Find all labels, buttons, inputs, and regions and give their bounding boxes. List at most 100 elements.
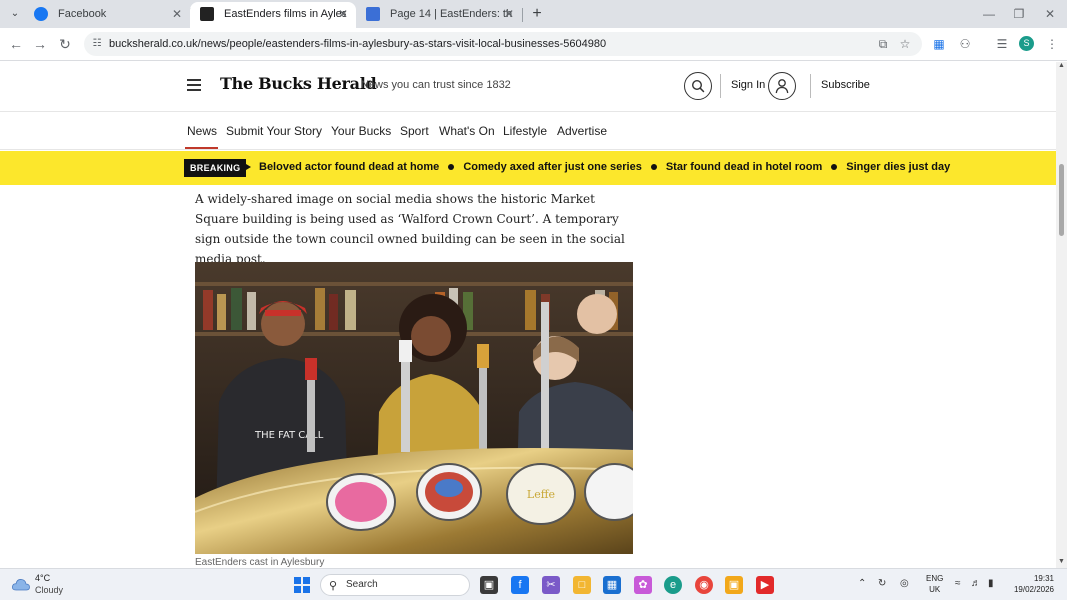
breaking-label: BREAKING	[184, 159, 247, 177]
site-tagline: News you can trust since 1832	[361, 79, 511, 91]
scroll-thumb[interactable]	[1059, 164, 1064, 236]
close-icon[interactable]: ✕	[338, 2, 348, 26]
edge-browser-icon[interactable]: e	[664, 576, 682, 594]
back-arrow-icon[interactable]: ←	[6, 34, 26, 54]
translate-icon[interactable]: ▦	[930, 35, 948, 53]
page-scrollbar[interactable]: ▲ ▼	[1056, 62, 1067, 568]
page-viewport: The Bucks Herald News you can trust sinc…	[0, 62, 1056, 568]
nav-item-whats-on[interactable]: What's On	[439, 124, 495, 138]
header-divider	[720, 74, 721, 98]
bookmark-star-icon[interactable]: ☆	[896, 35, 914, 53]
close-icon[interactable]: ✕	[172, 2, 182, 26]
close-icon[interactable]: ✕	[504, 2, 514, 26]
scroll-down-arrow-icon[interactable]: ▼	[1058, 558, 1065, 566]
article-paragraph: A widely-shared image on social media sh…	[195, 192, 625, 266]
bucks-herald-favicon-icon	[200, 7, 214, 21]
tab-eastenders-bucks-herald[interactable]: EastEnders films in Aylesbury as ✕	[190, 2, 356, 28]
nav-item-news[interactable]: News	[187, 124, 217, 138]
keyboard-region: UK	[929, 585, 941, 594]
new-tab-button[interactable]: +	[527, 4, 547, 24]
windows-taskbar: 4°C Cloudy ⚲ Search ▣ f ✂ □ ▦ ✿ e ◉ ▣ ▶ …	[0, 568, 1067, 600]
chrome-browser-icon[interactable]: ◉	[695, 576, 713, 594]
wifi-icon[interactable]: ≈	[955, 578, 961, 589]
tap-badge-label: Leffe	[527, 488, 555, 501]
tab-facebook[interactable]: Facebook ✕	[24, 2, 190, 28]
nav-item-lifestyle[interactable]: Lifestyle	[503, 124, 547, 138]
breaking-headline[interactable]: Comedy axed after just one series	[463, 161, 642, 173]
clock-time: 19:31	[1033, 574, 1054, 583]
breaking-news-bar: BREAKING Beloved actor found dead at hom…	[0, 151, 1056, 185]
volume-icon[interactable]: ♬	[971, 578, 981, 589]
article-photo[interactable]: THE FAT CALL Leffe	[195, 262, 633, 554]
youtube-icon[interactable]: ▶	[756, 576, 774, 594]
site-header: The Bucks Herald News you can trust sinc…	[0, 62, 1056, 112]
sign-in-link[interactable]: Sign In	[731, 79, 765, 91]
language-code: ENG	[926, 574, 944, 583]
url-text[interactable]: bucksherald.co.uk/news/people/eastenders…	[109, 32, 606, 56]
close-window-icon[interactable]: ✕	[1035, 4, 1065, 24]
account-button[interactable]	[768, 72, 796, 100]
search-icon: ⚲	[329, 580, 338, 592]
taskbar-search-label: Search	[346, 579, 378, 590]
bullet-dot-icon	[650, 163, 657, 170]
snipping-tool-icon[interactable]: ✂	[542, 576, 560, 594]
weather-temperature[interactable]: 4°C	[35, 573, 50, 583]
breaking-headline[interactable]: Star found dead in hotel room	[666, 161, 822, 173]
site-info-icon[interactable]: ☷	[90, 37, 104, 51]
tab-title: Page 14 | EastEnders: the SPOIL	[390, 8, 512, 20]
play-triangle-icon	[246, 163, 251, 170]
profile-avatar[interactable]: S	[1019, 36, 1034, 51]
cloud-icon[interactable]	[12, 577, 30, 591]
hamburger-menu-icon[interactable]	[187, 79, 201, 91]
tab-eastenders-spoilers[interactable]: Page 14 | EastEnders: the SPOIL ✕	[356, 2, 522, 28]
address-bar[interactable]: ☷ bucksherald.co.uk/news/people/eastende…	[84, 32, 922, 56]
tab-search-chevron-icon[interactable]: ⌄	[6, 5, 24, 23]
header-divider	[810, 74, 811, 98]
input-language[interactable]: ENG UK	[926, 573, 943, 595]
tab-title: Facebook	[58, 8, 107, 20]
breaking-headline[interactable]: Singer dies just day	[846, 161, 950, 173]
reading-list-icon[interactable]: ☰	[993, 35, 1011, 53]
taskbar-search[interactable]: ⚲ Search	[320, 574, 470, 596]
file-explorer-icon[interactable]: □	[573, 576, 591, 594]
facebook-icon	[34, 7, 48, 21]
clock-date: 19/02/2026	[1013, 585, 1054, 594]
restore-icon[interactable]: ❐	[1004, 4, 1034, 24]
browser-tab-strip: ⌄ Facebook ✕ EastEnders films in Aylesbu…	[0, 0, 1067, 28]
forward-arrow-icon[interactable]: →	[30, 34, 50, 54]
site-nav: News Submit Your Story Your Bucks Sport …	[0, 112, 1056, 150]
site-logo[interactable]: The Bucks Herald	[220, 74, 377, 93]
nav-item-sport[interactable]: Sport	[400, 124, 429, 138]
scroll-up-arrow-icon[interactable]: ▲	[1058, 62, 1065, 70]
nav-item-your-bucks[interactable]: Your Bucks	[331, 124, 391, 138]
minimize-icon[interactable]: —	[974, 4, 1004, 24]
show-hidden-icons-chevron-icon[interactable]: ⌃	[858, 578, 866, 589]
search-button[interactable]	[684, 72, 712, 100]
copilot-icon[interactable]: ✿	[634, 576, 652, 594]
task-view-icon[interactable]: ▣	[480, 576, 498, 594]
bullet-dot-icon	[448, 163, 455, 170]
extensions-puzzle-icon[interactable]: ⚇	[956, 35, 974, 53]
tab-title: EastEnders films in Aylesbury as	[224, 8, 346, 20]
subscribe-link[interactable]: Subscribe	[821, 79, 870, 91]
battery-icon[interactable]: ▮	[988, 578, 994, 589]
tab-separator	[522, 8, 523, 22]
reload-icon[interactable]: ↻	[55, 34, 75, 54]
search-icon	[691, 79, 705, 93]
sync-icon[interactable]: ↻	[878, 578, 886, 589]
breaking-headline[interactable]: Beloved actor found dead at home	[259, 161, 439, 173]
nav-active-indicator	[185, 147, 218, 149]
breaking-ticker: Beloved actor found dead at home Comedy a…	[246, 161, 950, 173]
system-clock[interactable]: 19:31 19/02/2026	[1010, 573, 1054, 595]
browser-toolbar: ← → ↻ ☷ bucksherald.co.uk/news/people/ea…	[0, 28, 1067, 61]
kebab-menu-icon[interactable]: ⋮	[1043, 35, 1061, 53]
shopping-bag-icon[interactable]: ▣	[725, 576, 743, 594]
weather-description[interactable]: Cloudy	[35, 585, 63, 595]
nav-item-submit-your-story[interactable]: Submit Your Story	[226, 124, 322, 138]
windows-start-icon[interactable]	[294, 577, 310, 593]
microsoft-store-icon[interactable]: ▦	[603, 576, 621, 594]
install-app-icon[interactable]: ⧉	[874, 35, 892, 53]
facebook-app-icon[interactable]: f	[511, 576, 529, 594]
meet-icon[interactable]: ◎	[900, 578, 909, 589]
nav-item-advertise[interactable]: Advertise	[557, 124, 607, 138]
